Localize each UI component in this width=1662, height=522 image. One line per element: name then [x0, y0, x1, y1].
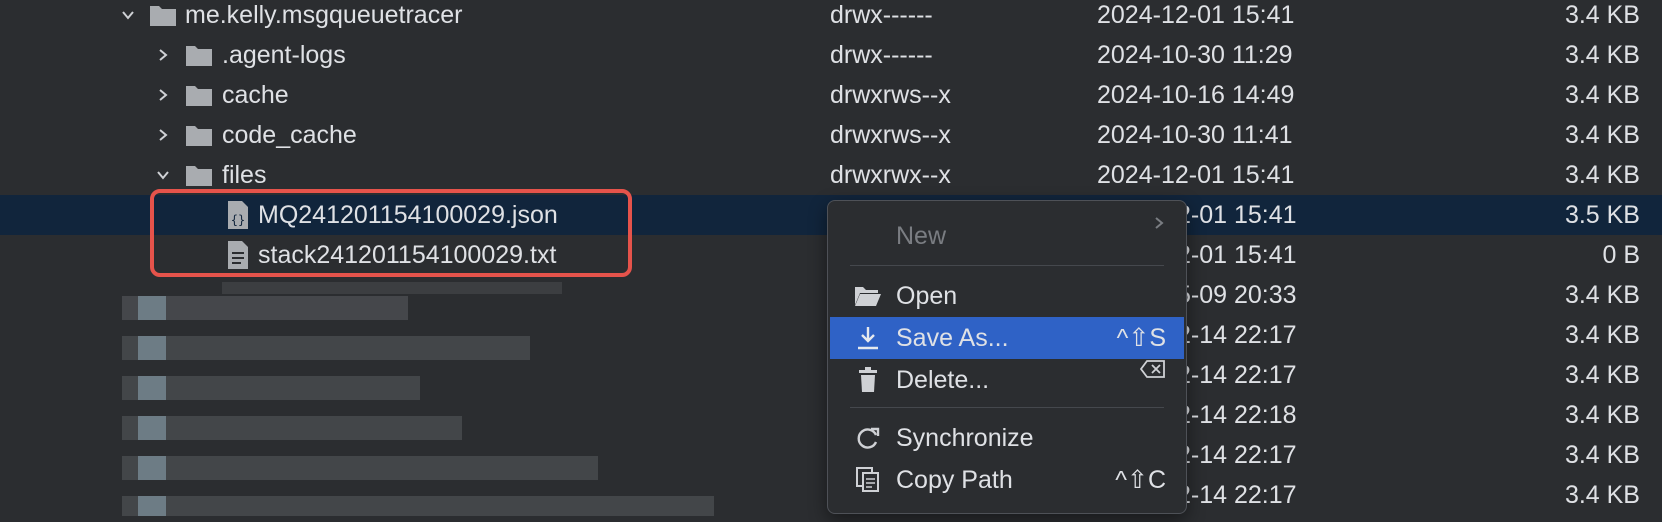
refresh-icon — [854, 424, 882, 452]
size-cell: 0 B — [1602, 241, 1640, 269]
highlight-annotation — [150, 189, 632, 277]
size-cell: 3.4 KB — [1564, 441, 1640, 469]
date-cell: 2024-12-01 15:41 — [1097, 1, 1295, 29]
tree-row-agent-logs[interactable]: .agent-logs drwx------ 2024-10-30 11:29 … — [0, 35, 1662, 75]
tree-row-cache[interactable]: cache drwxrws--x 2024-10-16 14:49 3.4 KB — [0, 75, 1662, 115]
size-cell: 3.4 KB — [1564, 361, 1640, 389]
size-cell: 3.4 KB — [1564, 121, 1640, 149]
size-cell: 3.4 KB — [1564, 41, 1640, 69]
download-icon — [854, 324, 882, 352]
context-menu: New Open Save As... ^⇧S Delete... Synchr… — [827, 200, 1187, 514]
chevron-right-icon[interactable] — [153, 75, 173, 115]
copy-icon — [854, 466, 882, 494]
tree-item-label: cache — [222, 81, 289, 109]
date-cell: 2024-10-30 11:29 — [1097, 41, 1293, 69]
tree-row-msgqueuetracer[interactable]: me.kelly.msgqueuetracer drwx------ 2024-… — [0, 0, 1662, 35]
chevron-right-icon[interactable] — [153, 35, 173, 75]
size-cell: 3.4 KB — [1564, 161, 1640, 189]
menu-separator — [850, 265, 1164, 266]
size-cell: 3.4 KB — [1564, 401, 1640, 429]
folder-icon — [183, 79, 215, 111]
tree-row-code-cache[interactable]: code_cache drwxrws--x 2024-10-30 11:41 3… — [0, 115, 1662, 155]
date-cell: 2-14 22:17 — [1177, 361, 1297, 389]
size-cell: 3.4 KB — [1564, 481, 1640, 509]
date-cell: 2-14 22:17 — [1177, 441, 1297, 469]
date-cell: 2-14 22:17 — [1177, 321, 1297, 349]
backspace-key-icon — [1140, 359, 1166, 379]
tree-item-label: me.kelly.msgqueuetracer — [185, 1, 463, 29]
folder-icon — [147, 0, 179, 31]
size-cell: 3.4 KB — [1564, 81, 1640, 109]
permissions-cell: drwxrws--x — [830, 121, 951, 149]
tree-item-label: code_cache — [222, 121, 357, 149]
folder-icon — [183, 159, 215, 191]
date-cell: 2-01 15:41 — [1177, 241, 1297, 269]
size-cell: 3.4 KB — [1564, 281, 1640, 309]
folder-icon — [183, 39, 215, 71]
menu-item-synchronize[interactable]: Synchronize — [830, 417, 1184, 459]
size-cell: 3.5 KB — [1564, 201, 1640, 229]
menu-item-copy-path[interactable]: Copy Path ^⇧C — [830, 459, 1184, 501]
date-cell: 2024-10-30 11:41 — [1097, 121, 1293, 149]
chevron-right-icon — [1152, 215, 1166, 231]
menu-item-new[interactable]: New — [830, 215, 1184, 257]
permissions-cell: drwx------ — [830, 1, 933, 29]
date-cell: 2-14 22:18 — [1177, 401, 1297, 429]
chevron-down-icon[interactable] — [118, 0, 138, 35]
date-cell: 2-01 15:41 — [1177, 201, 1297, 229]
date-cell: 2024-10-16 14:49 — [1097, 81, 1295, 109]
folder-icon — [183, 119, 215, 151]
date-cell: 2024-12-01 15:41 — [1097, 161, 1295, 189]
menu-item-delete[interactable]: Delete... — [830, 359, 1184, 401]
menu-item-open[interactable]: Open — [830, 275, 1184, 317]
size-cell: 3.4 KB — [1564, 321, 1640, 349]
tree-item-label: .agent-logs — [222, 41, 346, 69]
permissions-cell: drwx------ — [830, 41, 933, 69]
menu-item-save-as[interactable]: Save As... ^⇧S — [830, 317, 1184, 359]
date-cell: 2-14 22:17 — [1177, 481, 1297, 509]
trash-icon — [854, 366, 882, 394]
size-cell: 3.4 KB — [1564, 1, 1640, 29]
chevron-right-icon[interactable] — [153, 115, 173, 155]
menu-separator — [850, 407, 1164, 408]
permissions-cell: drwxrws--x — [830, 81, 951, 109]
permissions-cell: drwxrwx--x — [830, 161, 951, 189]
date-cell: 5-09 20:33 — [1177, 281, 1297, 309]
folder-open-icon — [854, 282, 882, 310]
